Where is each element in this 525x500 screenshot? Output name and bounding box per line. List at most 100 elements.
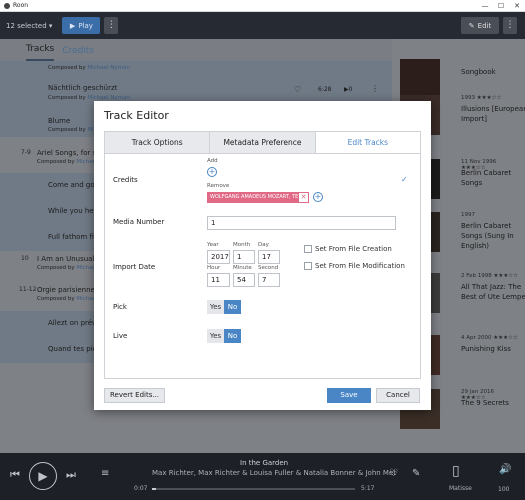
heart-icon[interactable]: ♡ <box>294 85 301 94</box>
album-meta: 1993 ★★★☆☆ <box>461 95 502 101</box>
track-duration: 5:17 <box>361 485 375 492</box>
album-name: Songbook <box>461 68 496 76</box>
play-icon: ▶ <box>38 469 48 483</box>
window-title: Roon <box>13 2 29 9</box>
year-input[interactable]: 2017 <box>207 250 230 264</box>
month-input[interactable]: 1 <box>233 250 255 264</box>
tab-credits[interactable]: Credits <box>62 46 94 61</box>
album-meta: 4 Apr 2000 ★★★☆☆ <box>461 335 518 341</box>
track-number: 10 <box>21 255 29 262</box>
credits-label: Credits <box>113 176 138 184</box>
track-number: 11-12 <box>19 286 37 293</box>
album-name: Berlin Cabaret Songs (Sung In English) <box>461 222 514 250</box>
edit-button-label: Edit <box>477 21 492 30</box>
media-number-input[interactable]: 1 <box>207 216 396 230</box>
live-toggle[interactable]: Yes No <box>207 329 241 343</box>
track-editor-dialog: Track Editor Track Options Metadata Pref… <box>94 101 431 410</box>
credit-chip[interactable]: WOLFGANG AMADEUS MOZART, TEXT <box>207 192 308 203</box>
now-playing-artists[interactable]: Max Richter, Max Richter & Louisa Fuller… <box>152 469 396 477</box>
zone-name[interactable]: Matisse <box>449 485 472 492</box>
pick-no-button[interactable]: No <box>224 300 241 314</box>
seek-bar-fill <box>152 488 157 490</box>
from-modification-checkbox[interactable] <box>304 262 312 270</box>
table-row[interactable]: Composed by Michael Nyman <box>0 61 392 77</box>
elapsed-time: 0:07 <box>134 485 148 492</box>
pick-yes-button[interactable]: Yes <box>207 300 224 314</box>
import-date-label: Import Date <box>113 263 156 271</box>
month-label: Month <box>233 242 251 248</box>
second-label: Second <box>258 265 279 271</box>
minimize-button[interactable]: — <box>477 0 493 12</box>
save-button[interactable]: Save <box>327 388 371 403</box>
from-modification-label: Set From File Modification <box>315 262 405 270</box>
volume-level[interactable]: 100 <box>498 486 509 493</box>
maximize-button[interactable]: ☐ <box>493 0 509 12</box>
album-name: Berlin Cabaret Songs <box>461 169 512 187</box>
tab-metadata-preference[interactable]: Metadata Preference <box>210 132 316 153</box>
roon-logo-icon <box>4 2 10 9</box>
next-track-icon[interactable]: ⏭ <box>66 468 76 482</box>
album-name: Punishing Kiss <box>461 345 511 353</box>
content-tabs: Tracks Credits <box>0 39 392 61</box>
previous-track-icon[interactable]: ⏮ <box>10 468 20 482</box>
add-credit-icon[interactable]: + <box>207 167 217 177</box>
play-button-label: Play <box>78 21 93 30</box>
cancel-button[interactable]: Cancel <box>376 388 420 403</box>
album-name: The 9 Secrets <box>461 399 509 407</box>
pick-toggle[interactable]: Yes No <box>207 300 241 314</box>
hour-input[interactable]: 11 <box>207 273 230 287</box>
track-title: While you here <box>48 207 101 215</box>
player-bar: ⏮ ▶ ⏭ ≡ In the Garden Max Richter, Max R… <box>0 453 525 500</box>
minute-input[interactable]: 54 <box>233 273 255 287</box>
window-titlebar: Roon — ☐ ✕ <box>0 0 525 12</box>
tab-track-options[interactable]: Track Options <box>105 132 211 153</box>
pencil-icon[interactable]: ✎ <box>412 468 420 479</box>
tab-tracks[interactable]: Tracks <box>26 44 55 61</box>
day-label: Day <box>258 242 269 248</box>
edit-tracks-panel: Credits Add + Remove WOLFGANG AMADEUS MO… <box>104 153 421 379</box>
live-label: Live <box>113 332 128 340</box>
close-window-button[interactable]: ✕ <box>509 0 525 12</box>
track-duration: 6:28 <box>318 86 332 93</box>
more-options-button-right[interactable]: ⋮ <box>503 17 517 34</box>
play-pause-button[interactable]: ▶ <box>29 462 57 490</box>
now-playing-title[interactable]: In the Garden <box>240 459 288 467</box>
speaker-icon[interactable]: ▯ <box>452 463 460 479</box>
queue-icon[interactable]: ≡ <box>101 468 109 479</box>
play-icon: ▶ <box>69 21 76 30</box>
play-track-icon[interactable]: ▶0 <box>344 86 352 93</box>
selected-count-dropdown[interactable]: 12 selected ▾ <box>6 22 52 30</box>
pick-label: Pick <box>113 303 127 311</box>
album-meta: 1997 <box>461 212 475 218</box>
from-creation-checkbox[interactable] <box>304 245 312 253</box>
second-input[interactable]: 7 <box>258 273 280 287</box>
live-no-button[interactable]: No <box>224 329 241 343</box>
tab-edit-tracks[interactable]: Edit Tracks <box>315 132 420 153</box>
seek-bar[interactable] <box>152 488 355 490</box>
dialog-tabs: Track Options Metadata Preference Edit T… <box>104 131 421 153</box>
remove-credit-icon[interactable]: ✕ <box>298 192 309 203</box>
track-more-icon[interactable]: ⋮ <box>371 84 379 93</box>
composer-line: Composed by Michael Nyman <box>48 65 130 71</box>
minute-label: Minute <box>233 265 252 271</box>
more-options-button[interactable]: ⋮ <box>104 17 119 34</box>
year-label: Year <box>207 242 219 248</box>
album-name: All That Jazz: The Best of Ute Lemper <box>461 283 525 301</box>
album-cover <box>400 59 440 99</box>
track-title: Blume <box>48 117 71 125</box>
volume-icon[interactable]: 🔊 <box>499 464 511 475</box>
edit-button[interactable]: ✎ Edit <box>461 17 499 34</box>
track-title: Come and go <box>48 181 95 189</box>
play-button[interactable]: ▶ Play <box>62 17 101 34</box>
track-title: Nächtlich geschürzt <box>48 84 118 92</box>
checkmark-icon: ✓ <box>401 175 408 184</box>
dialog-title: Track Editor <box>104 109 169 122</box>
heart-icon[interactable]: ♡ <box>389 468 398 479</box>
revert-edits-button[interactable]: Revert Edits... <box>104 388 166 403</box>
selection-toolbar: 12 selected ▾ ▶ Play ⋮ ✎ Edit ⋮ <box>0 12 525 39</box>
add-remove-credit-icon[interactable]: + <box>313 192 323 202</box>
pencil-icon: ✎ <box>468 21 475 30</box>
live-yes-button[interactable]: Yes <box>207 329 224 343</box>
day-input[interactable]: 17 <box>258 250 280 264</box>
window-controls: — ☐ ✕ <box>477 0 525 12</box>
